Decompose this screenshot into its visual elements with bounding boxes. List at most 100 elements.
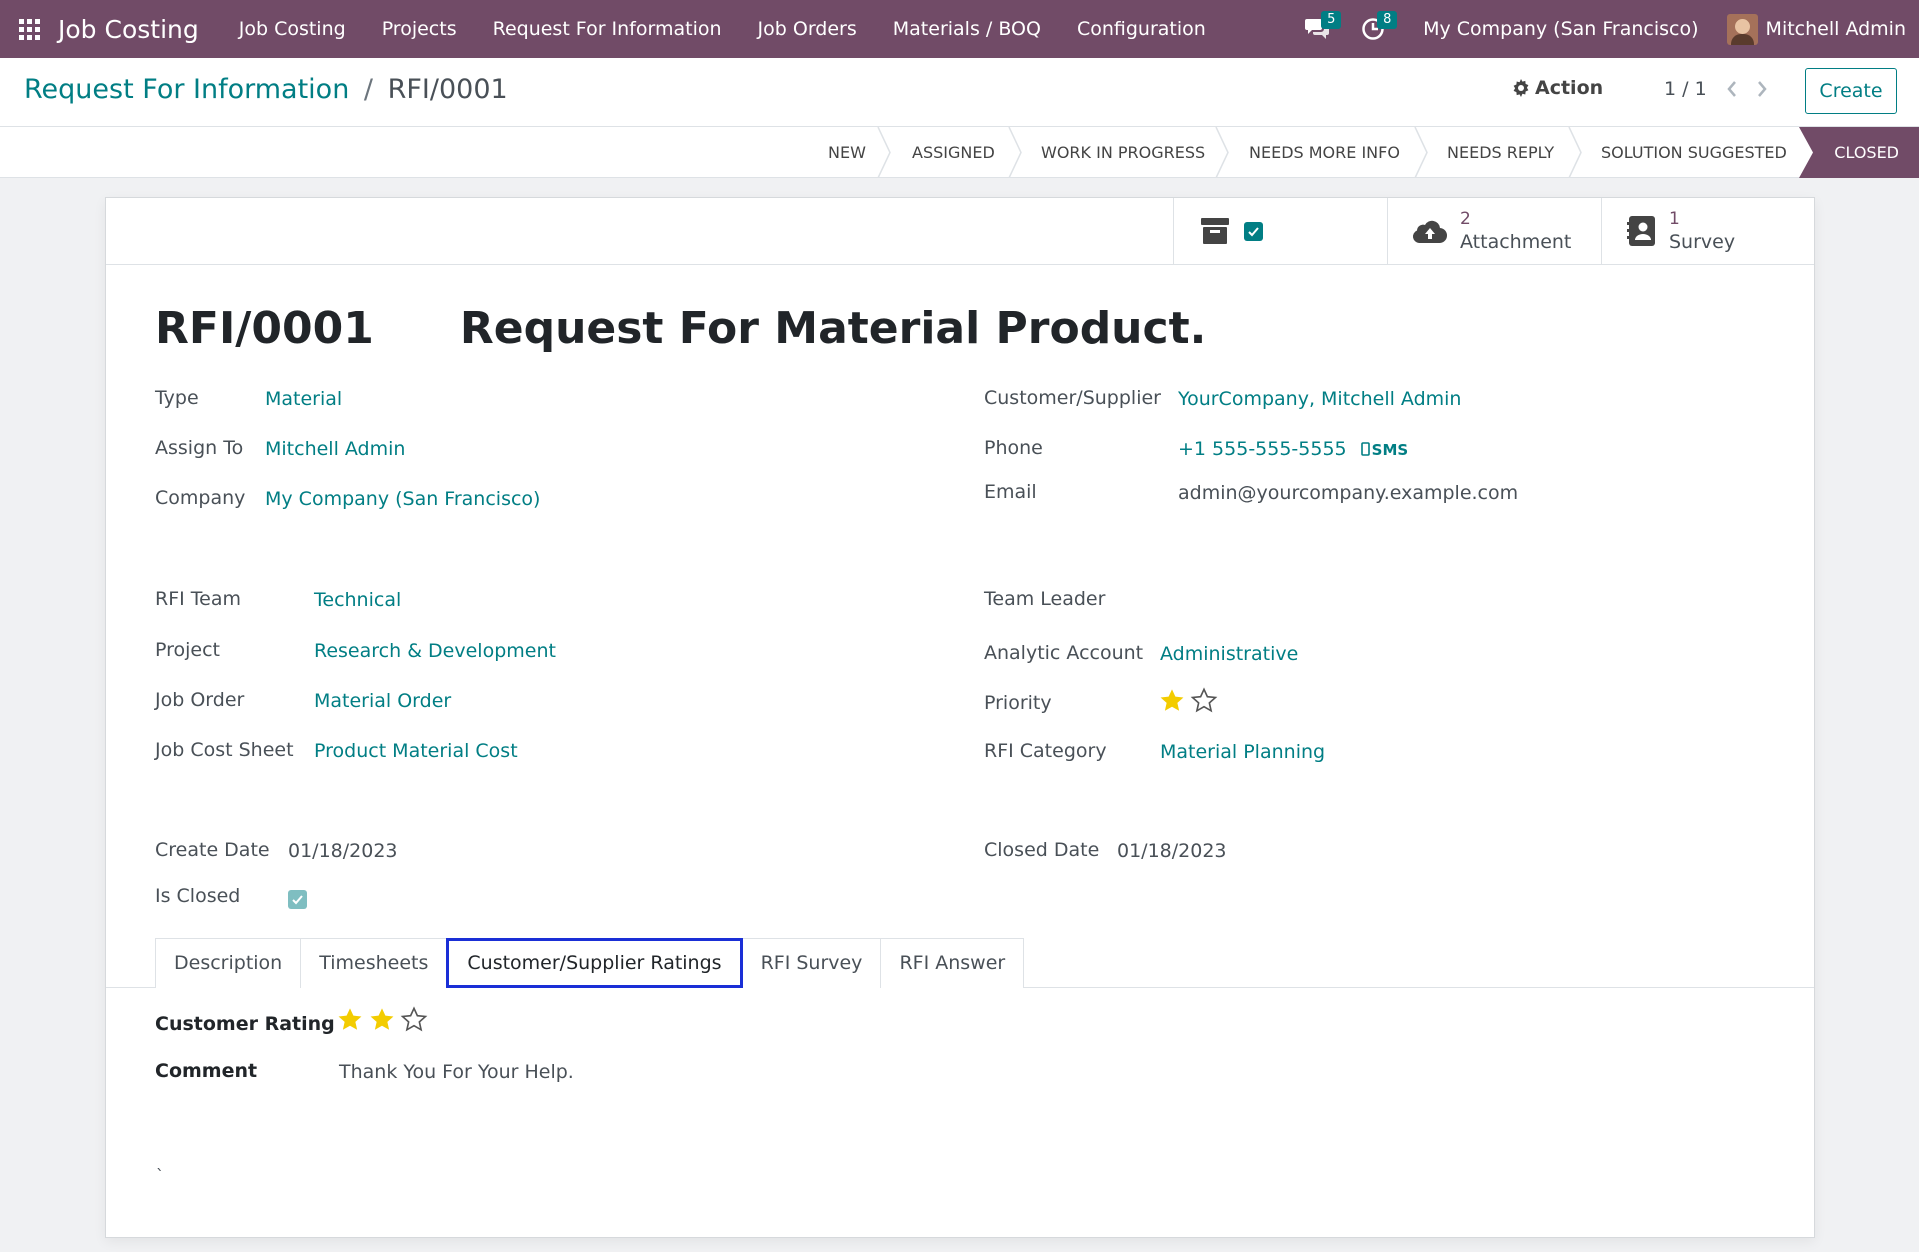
record-title: RFI/0001 Request For Material Product. bbox=[155, 303, 1206, 354]
job-order-label: Job Order bbox=[155, 689, 245, 711]
record-name[interactable]: Request For Material Product. bbox=[460, 303, 1207, 354]
breadcrumb: Request For Information / RFI/0001 bbox=[24, 74, 508, 105]
apps-grid-icon[interactable] bbox=[0, 0, 58, 58]
assign-to-field[interactable]: Mitchell Admin bbox=[265, 438, 405, 460]
mobile-icon bbox=[1360, 442, 1370, 456]
team-leader-label: Team Leader bbox=[984, 588, 1106, 610]
stage-needs-more-info[interactable]: NEEDS MORE INFO bbox=[1249, 127, 1400, 178]
create-date-label: Create Date bbox=[155, 839, 270, 861]
archive-icon bbox=[1201, 218, 1229, 244]
tab-timesheets[interactable]: Timesheets bbox=[300, 938, 448, 988]
email-field[interactable]: admin@yourcompany.example.com bbox=[1178, 482, 1518, 504]
comment-label: Comment bbox=[155, 1060, 258, 1082]
company-switcher[interactable]: My Company (San Francisco) bbox=[1423, 18, 1698, 40]
user-name: Mitchell Admin bbox=[1765, 18, 1906, 40]
control-panel: Request For Information / RFI/0001 Actio… bbox=[0, 58, 1919, 127]
menu-materials-boq[interactable]: Materials / BOQ bbox=[875, 18, 1059, 40]
cloud-upload-icon bbox=[1412, 220, 1448, 244]
company-label: Company bbox=[155, 487, 246, 509]
company-field[interactable]: My Company (San Francisco) bbox=[265, 488, 540, 510]
notebook-tabs: Description Timesheets Customer/Supplier… bbox=[155, 938, 1025, 988]
avatar bbox=[1726, 13, 1758, 45]
user-menu[interactable]: Mitchell Admin bbox=[1726, 13, 1906, 45]
tab-rfi-answer[interactable]: RFI Answer bbox=[880, 938, 1025, 988]
phone-value[interactable]: +1 555-555-5555 bbox=[1178, 438, 1347, 460]
stage-work-in-progress[interactable]: WORK IN PROGRESS bbox=[1041, 127, 1205, 178]
menu-configuration[interactable]: Configuration bbox=[1059, 18, 1224, 40]
stage-assigned[interactable]: ASSIGNED bbox=[912, 127, 995, 178]
is-closed-label: Is Closed bbox=[155, 885, 241, 907]
attachment-count: 2 bbox=[1460, 209, 1471, 229]
comment-field[interactable]: Thank You For Your Help. bbox=[339, 1061, 574, 1083]
job-order-field[interactable]: Material Order bbox=[314, 690, 451, 712]
stage-solution-suggested[interactable]: SOLUTION SUGGESTED bbox=[1601, 127, 1787, 178]
job-cost-sheet-field[interactable]: Product Material Cost bbox=[314, 740, 518, 762]
pager-value[interactable]: 1 / 1 bbox=[1664, 78, 1707, 100]
button-box: 2 Attachment 1 Survey bbox=[106, 198, 1814, 265]
rfi-category-field[interactable]: Material Planning bbox=[1160, 741, 1325, 763]
messages-button[interactable]: 5 bbox=[1289, 0, 1345, 58]
menu-job-costing[interactable]: Job Costing bbox=[221, 18, 364, 40]
stage-needs-reply[interactable]: NEEDS REPLY bbox=[1447, 127, 1554, 178]
archive-check-icon bbox=[1244, 221, 1263, 241]
customer-rating-label: Customer Rating bbox=[155, 1013, 335, 1035]
sms-button[interactable]: SMS bbox=[1360, 441, 1409, 459]
job-cost-sheet-label: Job Cost Sheet bbox=[155, 739, 294, 761]
breadcrumb-parent[interactable]: Request For Information bbox=[24, 74, 349, 105]
create-button[interactable]: Create bbox=[1805, 68, 1897, 114]
phone-field: +1 555-555-5555 SMS bbox=[1178, 438, 1408, 460]
sms-label: SMS bbox=[1371, 441, 1409, 459]
app-title[interactable]: Job Costing bbox=[58, 15, 199, 44]
analytic-account-field[interactable]: Administrative bbox=[1160, 643, 1298, 665]
survey-icon bbox=[1627, 216, 1655, 246]
email-label: Email bbox=[984, 481, 1037, 503]
tab-customer-supplier-ratings[interactable]: Customer/Supplier Ratings bbox=[446, 938, 743, 988]
tab-rfi-survey[interactable]: RFI Survey bbox=[741, 938, 882, 988]
menu-request-for-information[interactable]: Request For Information bbox=[475, 18, 740, 40]
chevron-left-icon[interactable] bbox=[1725, 80, 1739, 98]
type-label: Type bbox=[155, 387, 199, 409]
archive-toggle-button[interactable] bbox=[1173, 198, 1387, 264]
record-code: RFI/0001 bbox=[155, 303, 374, 354]
breadcrumb-current: RFI/0001 bbox=[387, 74, 508, 105]
star-icon[interactable] bbox=[400, 1006, 428, 1034]
gear-icon bbox=[1513, 79, 1529, 97]
rfi-team-field[interactable]: Technical bbox=[314, 589, 401, 611]
tab-description[interactable]: Description bbox=[155, 938, 302, 988]
pager: 1 / 1 bbox=[1664, 78, 1769, 100]
survey-button[interactable]: 1 Survey bbox=[1601, 198, 1814, 264]
rfi-category-label: RFI Category bbox=[984, 740, 1107, 762]
activities-button[interactable]: 8 bbox=[1345, 0, 1401, 58]
customer-rating-widget bbox=[336, 1006, 432, 1039]
attachment-button[interactable]: 2 Attachment bbox=[1387, 198, 1601, 264]
star-icon[interactable] bbox=[368, 1006, 396, 1034]
menu-projects[interactable]: Projects bbox=[364, 18, 475, 40]
create-date-field[interactable]: 01/18/2023 bbox=[288, 840, 398, 862]
action-button[interactable]: Action bbox=[1512, 77, 1603, 99]
phone-label: Phone bbox=[984, 437, 1043, 459]
stage-new[interactable]: NEW bbox=[828, 127, 866, 178]
project-field[interactable]: Research & Development bbox=[314, 640, 556, 662]
customer-supplier-label: Customer/Supplier bbox=[984, 387, 1161, 409]
action-label: Action bbox=[1535, 77, 1604, 99]
assign-to-label: Assign To bbox=[155, 437, 244, 459]
priority-widget bbox=[1158, 687, 1222, 720]
is-closed-checkbox[interactable] bbox=[288, 890, 307, 909]
star-icon[interactable] bbox=[1158, 687, 1186, 715]
survey-count: 1 bbox=[1669, 209, 1680, 229]
type-field[interactable]: Material bbox=[265, 388, 342, 410]
messages-count-badge: 5 bbox=[1321, 11, 1342, 29]
stage-closed[interactable]: CLOSED bbox=[1799, 127, 1919, 178]
survey-label: Survey bbox=[1669, 231, 1736, 253]
breadcrumb-separator: / bbox=[363, 74, 374, 105]
closed-date-field[interactable]: 01/18/2023 bbox=[1117, 840, 1227, 862]
customer-supplier-field[interactable]: YourCompany, Mitchell Admin bbox=[1178, 388, 1461, 410]
project-label: Project bbox=[155, 639, 221, 661]
chevron-right-icon[interactable] bbox=[1755, 80, 1769, 98]
priority-label: Priority bbox=[984, 692, 1052, 714]
star-icon[interactable] bbox=[1190, 687, 1218, 715]
form-sheet: 2 Attachment 1 Survey RFI/0001 Request Fo… bbox=[105, 197, 1815, 1238]
rfi-team-label: RFI Team bbox=[155, 588, 241, 610]
star-icon[interactable] bbox=[336, 1006, 364, 1034]
menu-job-orders[interactable]: Job Orders bbox=[740, 18, 875, 40]
